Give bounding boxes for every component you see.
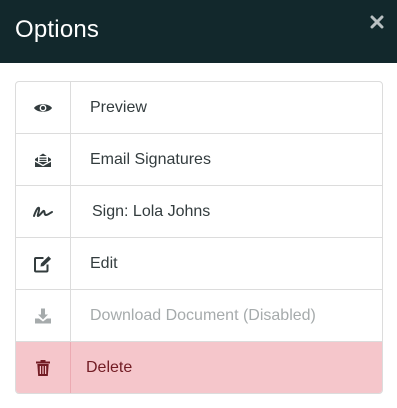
- download-document-option: Download Document (Disabled): [16, 290, 382, 342]
- preview-label: Preview: [90, 98, 147, 116]
- delete-label: Delete: [86, 359, 133, 376]
- modal-header: Options: [0, 0, 397, 63]
- options-list: Preview Email Signatures Sign: Lola John…: [15, 81, 383, 394]
- edit-option[interactable]: Edit: [16, 238, 382, 290]
- email-signatures-option[interactable]: Email Signatures: [16, 134, 382, 186]
- preview-option[interactable]: Preview: [16, 82, 382, 134]
- trash-icon: [36, 360, 50, 376]
- download-document-label: Download Document (Disabled): [90, 306, 316, 324]
- download-icon: [35, 308, 51, 323]
- close-icon: [370, 15, 384, 29]
- sign-option[interactable]: Sign: Lola Johns: [16, 186, 382, 238]
- eye-icon: [34, 103, 52, 112]
- signature-icon: [33, 206, 53, 217]
- close-button[interactable]: [366, 11, 388, 33]
- edit-label: Edit: [90, 254, 118, 272]
- sign-label: Sign: Lola Johns: [92, 202, 211, 220]
- delete-option[interactable]: Delete: [16, 342, 382, 393]
- envelope-open-icon: [34, 153, 52, 167]
- edit-icon: [34, 255, 52, 272]
- modal-title: Options: [15, 16, 100, 43]
- options-modal: Options Preview Email Signatures Sign: L…: [0, 0, 397, 408]
- email-signatures-label: Email Signatures: [90, 150, 211, 168]
